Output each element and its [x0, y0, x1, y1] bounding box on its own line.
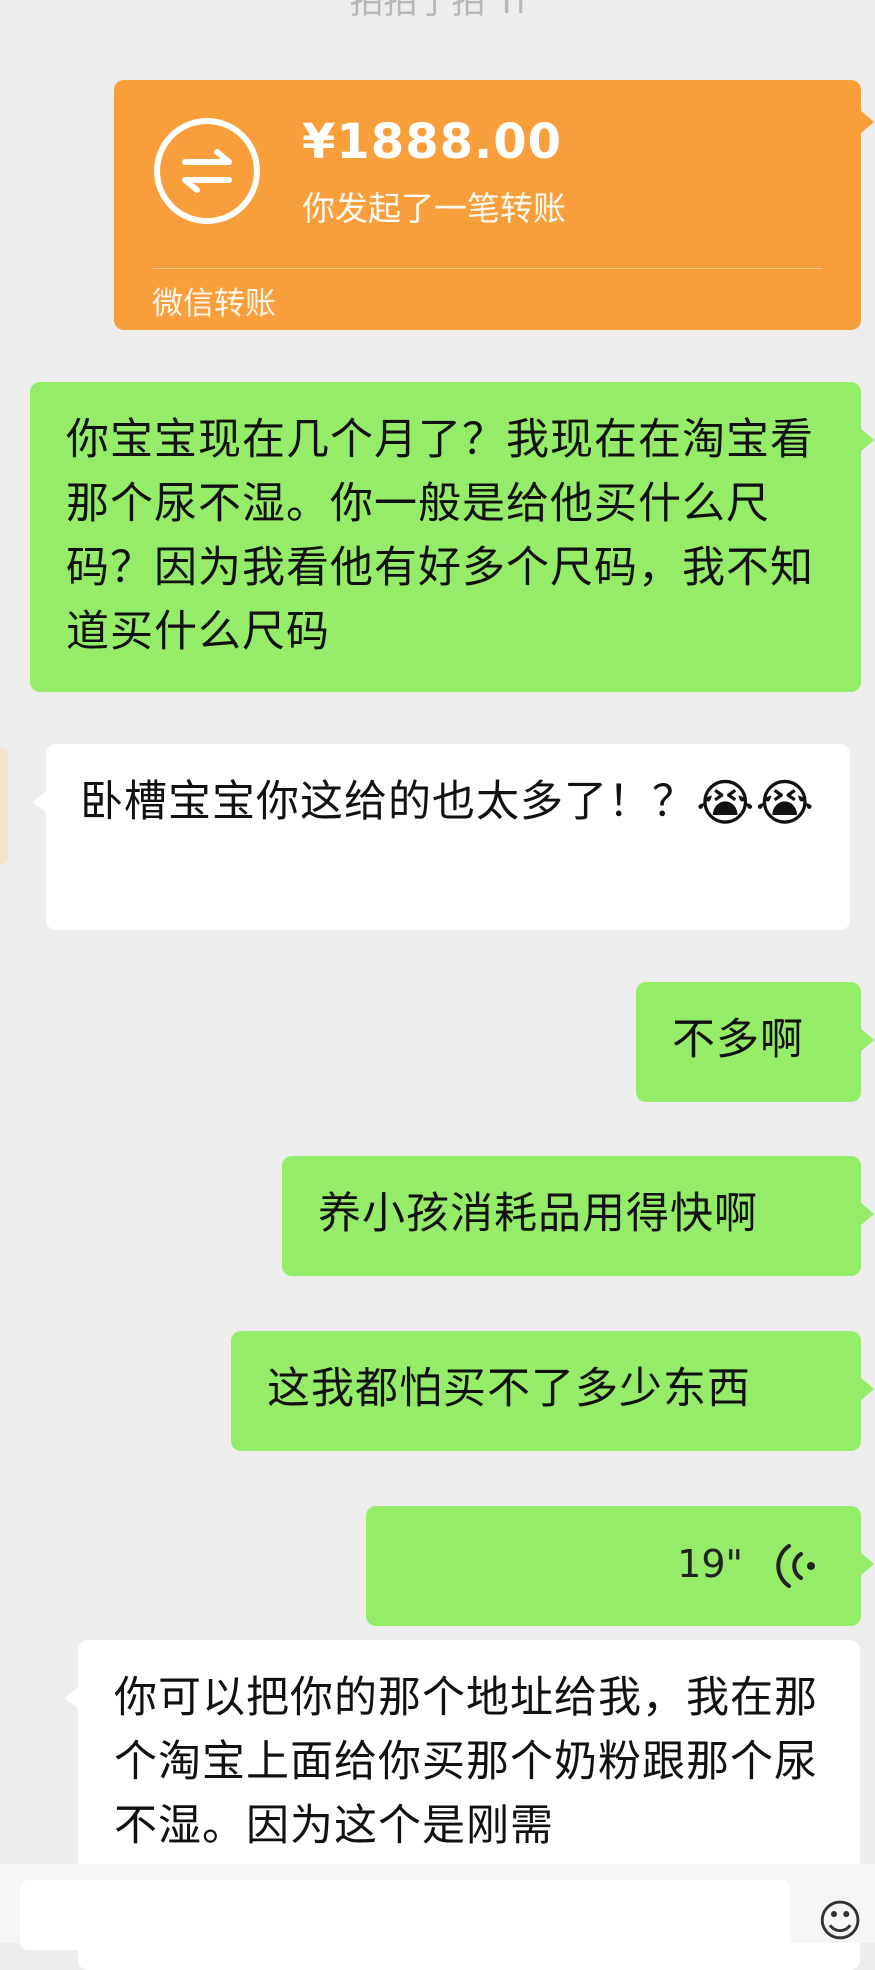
crying-face-emoji: 😭 [755, 774, 815, 832]
voice-wave-icon [776, 1544, 815, 1588]
input-bar: ☺ [0, 1864, 875, 1950]
message-text: 这我都怕买不了多少东西 [267, 1364, 751, 1414]
message-bubble-sent[interactable]: 你宝宝现在几个月了？我现在在淘宝看那个尿不湿。你一般是给他买什么尺码？因为我看他… [30, 382, 874, 692]
message-text: 不多啊 [672, 1015, 804, 1065]
chat-system-notice: 拍拍了拍 Ti [349, 0, 526, 22]
transfer-arrows-icon [154, 118, 260, 224]
message-text-content: 卧槽宝宝你这给的也太多了！？ [80, 777, 696, 827]
message-text: 卧槽宝宝你这给的也太多了！？😭😭 [46, 744, 850, 834]
avatar[interactable] [0, 748, 8, 864]
voice-message-bubble[interactable]: 19" [366, 1506, 874, 1626]
transfer-footer-label: 微信转账 [152, 286, 276, 322]
message-text: 养小孩消耗品用得快啊 [318, 1189, 758, 1239]
transfer-divider [152, 268, 823, 269]
message-input[interactable] [20, 1880, 790, 1950]
emoji-button-icon[interactable]: ☺ [817, 1896, 863, 1947]
message-bubble-received[interactable]: 卧槽宝宝你这给的也太多了！？😭😭 [33, 744, 850, 930]
message-bubble-sent[interactable]: 这我都怕买不了多少东西 [231, 1331, 874, 1451]
crying-face-emoji: 😭 [696, 774, 756, 832]
voice-duration: 19" [677, 1542, 743, 1586]
transfer-description: 你发起了一笔转账 [302, 189, 566, 228]
message-bubble-sent[interactable]: 不多啊 [636, 982, 874, 1102]
transfer-amount: ¥1888.00 [302, 114, 563, 170]
message-bubble-sent[interactable]: 养小孩消耗品用得快啊 [282, 1156, 874, 1276]
transfer-card[interactable]: ¥1888.00 你发起了一笔转账 微信转账 [114, 80, 874, 330]
message-text: 你可以把你的那个地址给我，我在那个淘宝上面给你买那个奶粉跟那个尿不湿。因为这个是… [114, 1673, 818, 1851]
message-text: 你宝宝现在几个月了？我现在在淘宝看那个尿不湿。你一般是给他买什么尺码？因为我看他… [66, 415, 814, 657]
